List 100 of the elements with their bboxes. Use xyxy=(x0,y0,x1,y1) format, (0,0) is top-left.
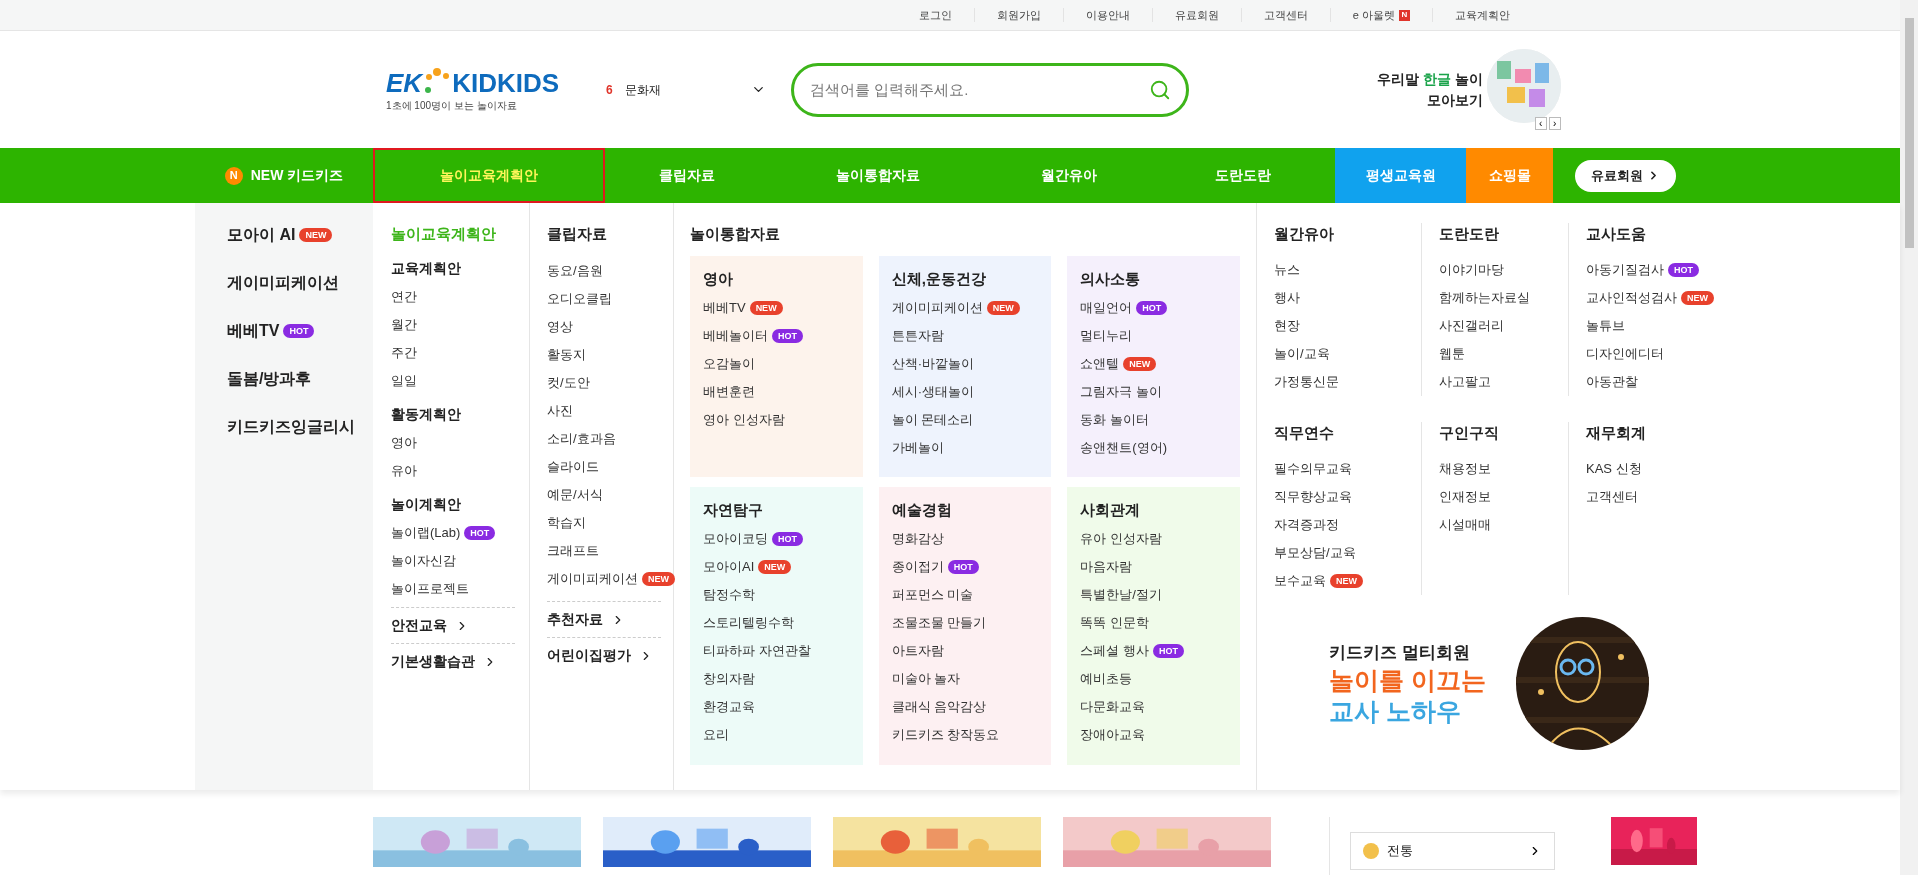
menu-link[interactable]: 산책·바깥놀이 xyxy=(891,354,974,374)
menu-link[interactable]: 매일언어 xyxy=(1080,298,1133,318)
menu-link[interactable]: 행사 xyxy=(1274,288,1300,308)
column-title[interactable]: 클립자료 xyxy=(547,223,661,257)
nav-tab[interactable]: 유료회원 xyxy=(1575,159,1676,192)
menu-link[interactable]: 주간 xyxy=(391,343,417,363)
menu-link[interactable]: 그림자극 놀이 xyxy=(1080,382,1162,402)
menu-link[interactable]: 베베놀이터 xyxy=(703,326,768,346)
menu-link[interactable]: 오디오클립 xyxy=(547,289,612,309)
column-title[interactable]: 월간유아 xyxy=(1274,223,1421,256)
menu-link[interactable]: 세시·생태놀이 xyxy=(891,382,974,402)
menu-link[interactable]: 채용정보 xyxy=(1439,459,1491,479)
menu-link[interactable]: 놀이/교육 xyxy=(1274,344,1330,364)
menu-link[interactable]: 인재정보 xyxy=(1439,487,1491,507)
menu-link[interactable]: 직무향상교육 xyxy=(1274,487,1352,507)
logo-text[interactable]: KIDKIDS xyxy=(452,70,560,96)
menu-link[interactable]: 배변훈련 xyxy=(703,382,755,402)
menu-link[interactable]: 게이미피케이션 xyxy=(227,271,339,295)
menu-link[interactable]: 놀이랩(Lab) xyxy=(391,523,461,543)
column-title[interactable]: 재무회계 xyxy=(1586,422,1715,455)
menu-link[interactable]: 추천자료 xyxy=(547,609,661,630)
menu-link[interactable]: 안전교육 xyxy=(391,615,515,636)
menu-link[interactable]: 놀이자신감 xyxy=(391,551,456,571)
menu-link[interactable]: 자격증과정 xyxy=(1274,515,1339,535)
menu-link[interactable]: 가정통신문 xyxy=(1274,372,1339,392)
top-link[interactable]: 회원가입 xyxy=(973,8,1063,22)
menu-link[interactable]: 모아이AI xyxy=(703,557,755,577)
search-icon[interactable] xyxy=(1149,78,1171,101)
menu-link[interactable]: 어린이집평가 xyxy=(547,645,661,666)
top-link[interactable]: 교육계획안 xyxy=(1432,8,1532,22)
menu-link[interactable]: 사진갤러리 xyxy=(1439,316,1504,336)
menu-link[interactable]: 예문/서식 xyxy=(547,485,603,505)
menu-link[interactable]: 기본생활습관 xyxy=(391,651,515,672)
column-title[interactable]: 구인구직 xyxy=(1439,422,1568,455)
menu-link[interactable]: 멀티누리 xyxy=(1080,326,1133,346)
menu-link[interactable]: 가베놀이 xyxy=(891,438,944,458)
menu-link[interactable]: 송앤챈트(영어) xyxy=(1080,438,1167,458)
menu-link[interactable]: 티파하파 자연관찰 xyxy=(703,641,811,661)
menu-link[interactable]: 환경교육 xyxy=(703,697,755,717)
menu-link[interactable]: 베베TV xyxy=(703,298,746,318)
menu-link[interactable]: 놀이프로젝트 xyxy=(391,579,469,599)
menu-link[interactable]: 영상 xyxy=(547,317,573,337)
promo-title[interactable]: 모아보기 xyxy=(1426,89,1483,111)
scrollbar[interactable] xyxy=(1900,0,1918,875)
menu-link[interactable]: 슬라이드 xyxy=(547,457,599,477)
menu-link[interactable]: 미술아 놀자 xyxy=(891,669,961,689)
logo-text[interactable]: EK xyxy=(386,70,423,96)
promo-title[interactable]: 우리말 한글 놀이 xyxy=(1377,68,1483,90)
menu-link[interactable]: KAS 신청 xyxy=(1586,459,1642,479)
column-title[interactable]: 도란도란 xyxy=(1439,223,1568,256)
menu-link[interactable]: 스페셜 행사 xyxy=(1080,641,1149,661)
menu-link[interactable]: 키드키즈잉글리시 xyxy=(227,415,355,439)
menu-link[interactable]: 연간 xyxy=(391,287,417,307)
menu-link[interactable]: 현장 xyxy=(1274,316,1300,336)
menu-link[interactable]: 사진 xyxy=(547,401,573,421)
menu-link[interactable]: 이야기마당 xyxy=(1439,260,1504,280)
menu-link[interactable]: 아트자람 xyxy=(891,641,944,661)
menu-link[interactable]: 오감놀이 xyxy=(703,354,755,374)
menu-link[interactable]: 함께하는자료실 xyxy=(1439,288,1530,308)
menu-link[interactable]: 종이접기 xyxy=(891,557,944,577)
top-link[interactable]: 이용안내 xyxy=(1062,8,1152,22)
menu-link[interactable]: 사고팔고 xyxy=(1439,372,1491,392)
previous-button[interactable]: ‹ xyxy=(1534,117,1547,130)
menu-link[interactable]: 컷/도안 xyxy=(547,373,590,393)
list-item[interactable]: 전통 xyxy=(1350,832,1555,870)
menu-link[interactable]: 유아 인성자람 xyxy=(1080,529,1162,549)
menu-link[interactable]: 크래프트 xyxy=(547,541,599,561)
banner-text[interactable]: 키드키즈 멀티회원 xyxy=(1329,639,1486,665)
menu-link[interactable]: 스토리텔링수학 xyxy=(703,613,794,633)
menu-link[interactable]: 아동관찰 xyxy=(1586,372,1638,392)
menu-link[interactable]: 게이미피케이션 xyxy=(891,298,983,318)
menu-link[interactable]: 똑똑 인문학 xyxy=(1080,613,1149,633)
menu-link[interactable]: 클래식 음악감상 xyxy=(891,697,987,717)
menu-link[interactable]: 고객센터 xyxy=(1586,487,1638,507)
top-link[interactable]: 유료회원 xyxy=(1151,8,1241,22)
menu-link[interactable]: 모아이코딩 xyxy=(703,529,768,549)
menu-link[interactable]: 학습지 xyxy=(547,513,586,533)
top-link[interactable]: e 아울렛 N xyxy=(1329,8,1432,22)
menu-link[interactable]: 디자인에디터 xyxy=(1586,344,1664,364)
menu-link[interactable]: 동요/음원 xyxy=(547,261,603,281)
menu-link[interactable]: 아동기질검사 xyxy=(1586,260,1664,280)
menu-link[interactable]: 창의자람 xyxy=(703,669,755,689)
column-title[interactable]: 교사도움 xyxy=(1586,223,1715,256)
menu-link[interactable]: 영아 xyxy=(391,433,417,453)
menu-link[interactable]: 특별한날/절기 xyxy=(1080,585,1162,605)
search-field[interactable]: 검색어를 입력해주세요. xyxy=(791,62,1189,117)
menu-link[interactable]: 뉴스 xyxy=(1274,260,1300,280)
menu-link[interactable]: 필수의무교육 xyxy=(1274,459,1352,479)
menu-link[interactable]: 시설매매 xyxy=(1439,515,1491,535)
menu-link[interactable]: 게이미피케이션 xyxy=(547,569,638,589)
menu-link[interactable]: 돌봄/방과후 xyxy=(227,367,312,391)
menu-link[interactable]: 장애아교육 xyxy=(1080,725,1146,745)
menu-link[interactable]: 부모상담/교육 xyxy=(1274,543,1356,563)
menu-link[interactable]: 놀튜브 xyxy=(1586,316,1625,336)
menu-link[interactable]: 마음자람 xyxy=(1080,557,1133,577)
menu-link[interactable]: 조물조물 만들기 xyxy=(891,613,987,633)
menu-link[interactable]: 보수교육 xyxy=(1274,571,1326,591)
menu-link[interactable]: 활동지 xyxy=(547,345,586,365)
ranking-dropdown[interactable]: 6 문화재 xyxy=(606,80,766,99)
menu-link[interactable]: 유아 xyxy=(391,461,417,481)
